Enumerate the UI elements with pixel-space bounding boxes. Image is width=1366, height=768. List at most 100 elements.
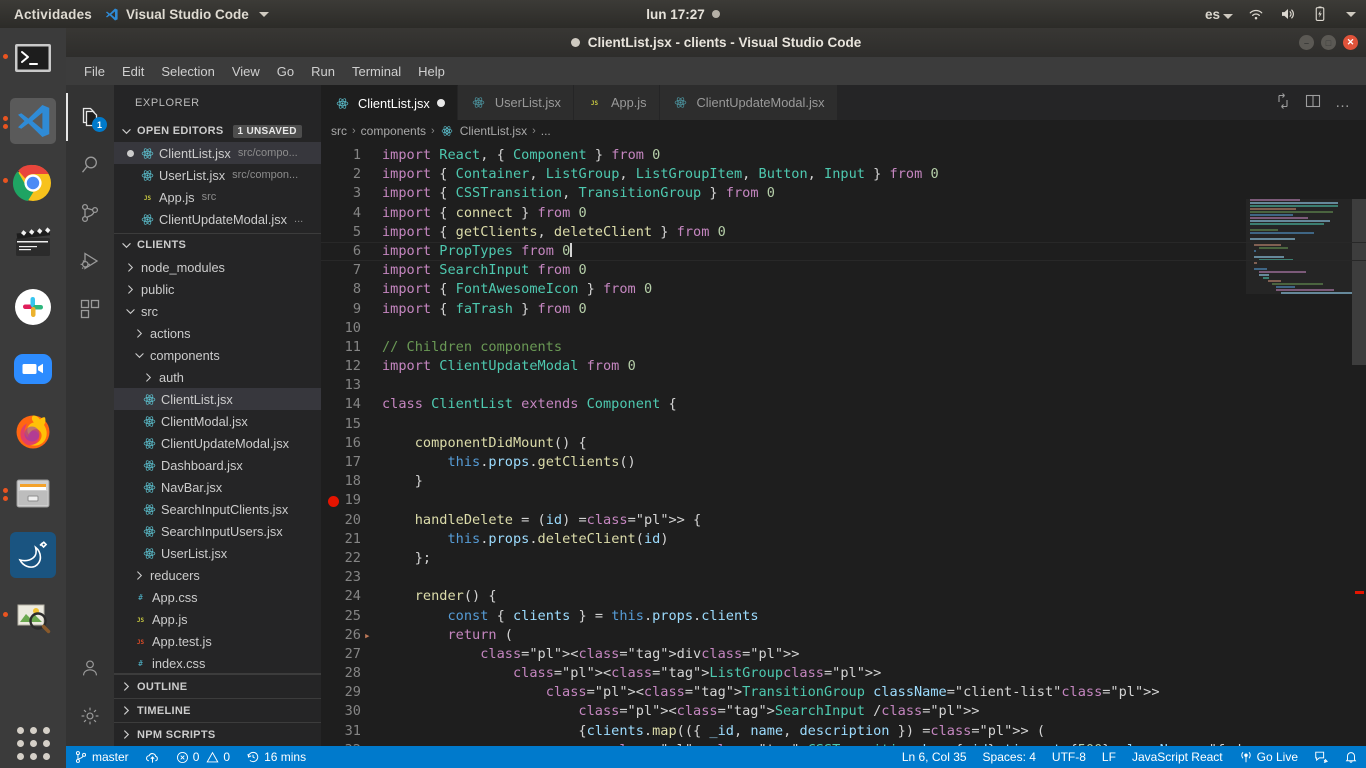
tree-file-navbar-jsx[interactable]: NavBar.jsx	[114, 476, 321, 498]
line-number[interactable]: 8	[321, 280, 382, 299]
line-number[interactable]: 10	[321, 319, 382, 338]
open-editor-appjs[interactable]: JS App.js src	[114, 186, 321, 208]
menu-view[interactable]: View	[232, 64, 260, 79]
line-number[interactable]: 3	[321, 184, 382, 203]
line-number[interactable]: 13	[321, 376, 382, 395]
activitybar-item-explorer[interactable]: 1	[66, 93, 114, 141]
editor-scrollbar[interactable]	[1352, 199, 1366, 746]
code-line[interactable]: return (	[382, 626, 1366, 645]
activitybar-item-settings[interactable]	[66, 692, 114, 740]
tab-userlist-jsx[interactable]: UserList.jsx	[458, 85, 574, 120]
menu-help[interactable]: Help	[418, 64, 445, 79]
line-number[interactable]: 12	[321, 357, 382, 376]
code-line[interactable]: }	[382, 472, 1366, 491]
menu-run[interactable]: Run	[311, 64, 335, 79]
tab-clientlist-jsx[interactable]: ClientList.jsx	[321, 85, 458, 120]
code-line[interactable]: class="pl"><class="tag">TransitionGroup …	[382, 683, 1366, 702]
line-number[interactable]: 23	[321, 568, 382, 587]
minimize-button[interactable]: –	[1299, 35, 1314, 50]
tree-file-clientlist-jsx[interactable]: ClientList.jsx	[114, 388, 321, 410]
code-line[interactable]: handleDelete = (id) =class="pl">> {	[382, 511, 1366, 530]
status-go-live[interactable]: Go Live	[1231, 746, 1306, 768]
tree-file-clientupdatemodal-jsx[interactable]: ClientUpdateModal.jsx	[114, 432, 321, 454]
status-indentation[interactable]: Spaces: 4	[975, 746, 1044, 768]
activitybar-item-extensions[interactable]	[66, 285, 114, 333]
line-number[interactable]: 24	[321, 587, 382, 606]
dock-item-firefox[interactable]	[0, 400, 66, 462]
split-editor-icon[interactable]	[1275, 93, 1291, 112]
menu-selection[interactable]: Selection	[161, 64, 214, 79]
dock-item-google-chrome[interactable]	[0, 152, 66, 214]
system-tray[interactable]: es	[1205, 0, 1356, 28]
menu-terminal[interactable]: Terminal	[352, 64, 401, 79]
status-encoding[interactable]: UTF-8	[1044, 746, 1094, 768]
open-editor-userlist[interactable]: UserList.jsx src/compon...	[114, 164, 321, 186]
code-line[interactable]: import { Container, ListGroup, ListGroup…	[382, 165, 1366, 184]
code-line[interactable]: import SearchInput from 0	[382, 261, 1366, 280]
code-line[interactable]	[382, 491, 1366, 510]
tree-folder-node-modules[interactable]: node_modules	[114, 256, 321, 278]
line-number-gutter[interactable]: 1234567891011121314151617181920212223242…	[321, 142, 382, 746]
line-number[interactable]: 32	[321, 741, 382, 746]
section-timeline[interactable]: TIMELINE	[114, 698, 321, 722]
toggle-panel-icon[interactable]	[1305, 93, 1321, 112]
dirty-indicator-icon[interactable]	[122, 150, 138, 157]
tree-file-searchinputusers-jsx[interactable]: SearchInputUsers.jsx	[114, 520, 321, 542]
code-line[interactable]: import { getClients, deleteClient } from…	[382, 223, 1366, 242]
line-number[interactable]: 9	[321, 300, 382, 319]
code-line[interactable]	[382, 568, 1366, 587]
status-timer[interactable]: 16 mins	[238, 746, 314, 768]
scrollbar-thumb[interactable]	[1352, 199, 1366, 365]
breakpoint-icon[interactable]	[328, 496, 339, 507]
code-line[interactable]: import { FontAwesomeIcon } from 0	[382, 280, 1366, 299]
code-line[interactable]: class="pl"><class="tag">SearchInput /cla…	[382, 702, 1366, 721]
menu-edit[interactable]: Edit	[122, 64, 144, 79]
app-menu-button[interactable]: Visual Studio Code	[104, 7, 269, 22]
breadcrumb-components[interactable]: components	[361, 124, 426, 138]
tree-folder-actions[interactable]: actions	[114, 322, 321, 344]
breadcrumb-symbol[interactable]: ...	[541, 124, 551, 138]
dock-item-visual-studio-code[interactable]	[0, 90, 66, 152]
status-eol[interactable]: LF	[1094, 746, 1124, 768]
keyboard-layout[interactable]: es	[1205, 7, 1233, 22]
status-language-mode[interactable]: JavaScript React	[1124, 746, 1231, 768]
dock-item-image-viewer[interactable]	[0, 586, 66, 648]
line-number[interactable]: 28	[321, 664, 382, 683]
line-number[interactable]: 7	[321, 261, 382, 280]
code-line[interactable]: import { connect } from 0	[382, 204, 1366, 223]
line-number[interactable]: 21	[321, 530, 382, 549]
breadcrumb-file[interactable]: ClientList.jsx	[460, 124, 527, 138]
section-npm-scripts[interactable]: NPM SCRIPTS	[114, 722, 321, 746]
tree-file-userlist-jsx[interactable]: UserList.jsx	[114, 542, 321, 564]
project-section-header[interactable]: CLIENTS	[114, 234, 321, 256]
show-applications-button[interactable]	[0, 727, 66, 760]
code-line[interactable]	[382, 319, 1366, 338]
code-line[interactable]: class="pl"><class="tag">CSSTransition ke…	[382, 741, 1366, 746]
activitybar-item-source-control[interactable]	[66, 189, 114, 237]
code-line[interactable]: import ClientUpdateModal from 0	[382, 357, 1366, 376]
code-line[interactable]: render() {	[382, 587, 1366, 606]
minimap[interactable]	[1246, 199, 1352, 746]
line-number[interactable]: 30	[321, 702, 382, 721]
dock-item-slack[interactable]	[0, 276, 66, 338]
code-line[interactable]	[382, 415, 1366, 434]
code-line[interactable]: {clients.map(({ _id, name, description }…	[382, 722, 1366, 741]
code-editor[interactable]: 1234567891011121314151617181920212223242…	[321, 142, 1366, 746]
dock-item-terminal[interactable]	[0, 28, 66, 90]
line-number[interactable]: 20	[321, 511, 382, 530]
tree-file-app-css[interactable]: #App.css	[114, 586, 321, 608]
code-line[interactable]: import { faTrash } from 0	[382, 300, 1366, 319]
status-feedback[interactable]	[1306, 746, 1336, 768]
dock-item-file-manager[interactable]	[0, 462, 66, 524]
tree-folder-public[interactable]: public	[114, 278, 321, 300]
line-number[interactable]: 26	[321, 626, 382, 645]
more-actions-icon[interactable]: …	[1335, 98, 1352, 108]
code-line[interactable]: };	[382, 549, 1366, 568]
tree-folder-auth[interactable]: auth	[114, 366, 321, 388]
activitybar-item-run-and-debug[interactable]	[66, 237, 114, 285]
code-line[interactable]: componentDidMount() {	[382, 434, 1366, 453]
code-line[interactable]: this.props.deleteClient(id)	[382, 530, 1366, 549]
menu-go[interactable]: Go	[277, 64, 294, 79]
tree-folder-reducers[interactable]: reducers	[114, 564, 321, 586]
caret-down-icon[interactable]	[1346, 12, 1356, 17]
